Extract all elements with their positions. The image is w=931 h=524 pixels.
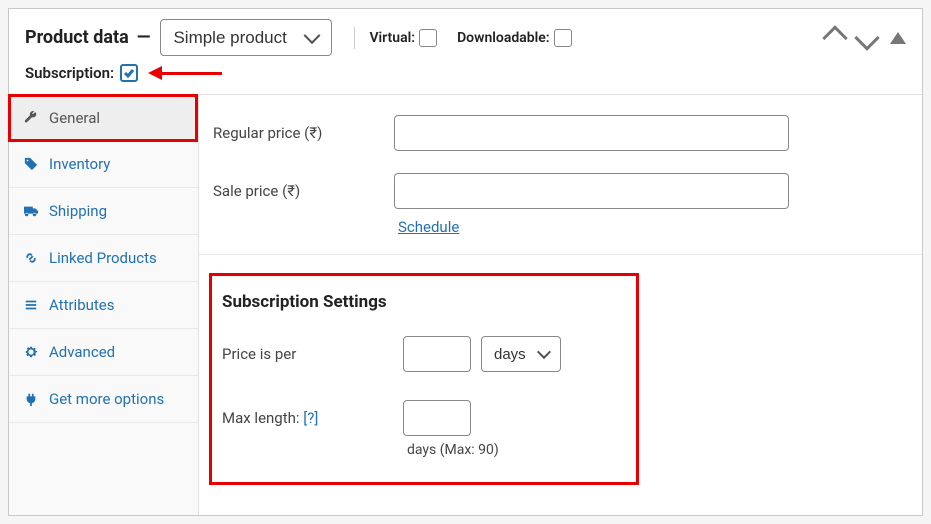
- regular-price-label: Regular price (₹): [209, 124, 394, 142]
- subscription-checkbox[interactable]: [120, 64, 138, 82]
- plug-icon: [23, 391, 39, 407]
- schedule-link[interactable]: Schedule: [398, 218, 459, 236]
- sale-price-row: Sale price (₹): [209, 173, 912, 209]
- tab-shipping[interactable]: Shipping: [9, 188, 198, 235]
- virtual-checkbox[interactable]: [419, 29, 437, 47]
- max-length-label: Max length: [?]: [218, 409, 403, 427]
- truck-icon: [23, 203, 39, 219]
- regular-price-row: Regular price (₹): [209, 115, 912, 151]
- tab-inventory[interactable]: Inventory: [9, 141, 198, 188]
- tab-label: General: [49, 109, 100, 127]
- product-type-select[interactable]: Simple product: [160, 19, 332, 56]
- section-divider: [199, 254, 922, 255]
- price-per-label: Price is per: [218, 345, 403, 363]
- price-per-row: Price is per days: [218, 336, 620, 372]
- price-per-unit-select[interactable]: days: [481, 336, 561, 372]
- tab-attributes[interactable]: Attributes: [9, 282, 198, 329]
- collapse-triangle-icon[interactable]: [890, 32, 906, 44]
- title-dash: —: [137, 27, 151, 48]
- tab-general[interactable]: General: [8, 94, 198, 142]
- subscription-label: Subscription:: [25, 64, 114, 82]
- chevron-up-icon[interactable]: [822, 25, 847, 50]
- chevron-down-icon[interactable]: [854, 25, 879, 50]
- tab-label: Get more options: [49, 390, 164, 408]
- panel-header: Product data — Simple product Virtual: D…: [9, 9, 922, 64]
- tab-content-general: Regular price (₹) Sale price (₹) Schedul…: [199, 95, 922, 515]
- tab-advanced[interactable]: Advanced: [9, 329, 198, 376]
- panel-title: Product data: [25, 27, 129, 48]
- regular-price-input[interactable]: [394, 115, 789, 151]
- tab-label: Linked Products: [49, 249, 157, 267]
- panel-body: General Inventory Shipping Linked Produc…: [9, 94, 922, 515]
- tab-get-more-options[interactable]: Get more options: [9, 376, 198, 423]
- tab-label: Inventory: [49, 155, 110, 173]
- max-length-input[interactable]: [403, 400, 471, 436]
- link-icon: [23, 250, 39, 266]
- tab-label: Attributes: [49, 296, 115, 314]
- tab-linked-products[interactable]: Linked Products: [9, 235, 198, 282]
- max-length-row: Max length: [?]: [218, 400, 620, 436]
- help-icon[interactable]: [?]: [303, 409, 318, 427]
- subscription-heading: Subscription Settings: [218, 292, 620, 312]
- vertical-divider: [354, 27, 355, 49]
- annotation-arrow-icon: [148, 66, 222, 80]
- sale-price-label: Sale price (₹): [209, 182, 394, 200]
- sale-price-input[interactable]: [394, 173, 789, 209]
- max-length-hint: days (Max: 90): [407, 442, 620, 458]
- downloadable-label: Downloadable:: [457, 30, 550, 46]
- product-data-panel: Product data — Simple product Virtual: D…: [8, 8, 923, 516]
- virtual-label: Virtual:: [369, 30, 415, 46]
- tab-label: Shipping: [49, 202, 107, 220]
- product-type-wrap: Simple product: [160, 19, 332, 56]
- gear-icon: [23, 344, 39, 360]
- unit-select-wrap: days: [481, 336, 561, 372]
- subscription-settings-section: Subscription Settings Price is per days …: [209, 273, 639, 485]
- tabs-sidebar: General Inventory Shipping Linked Produc…: [9, 95, 199, 515]
- subscription-option-row: Subscription:: [9, 64, 922, 94]
- panel-toggle-area: [826, 29, 906, 47]
- list-icon: [23, 297, 39, 313]
- tag-icon: [23, 156, 39, 172]
- price-per-input[interactable]: [403, 336, 471, 372]
- wrench-icon: [23, 110, 39, 126]
- downloadable-checkbox[interactable]: [554, 29, 572, 47]
- tab-label: Advanced: [49, 343, 115, 361]
